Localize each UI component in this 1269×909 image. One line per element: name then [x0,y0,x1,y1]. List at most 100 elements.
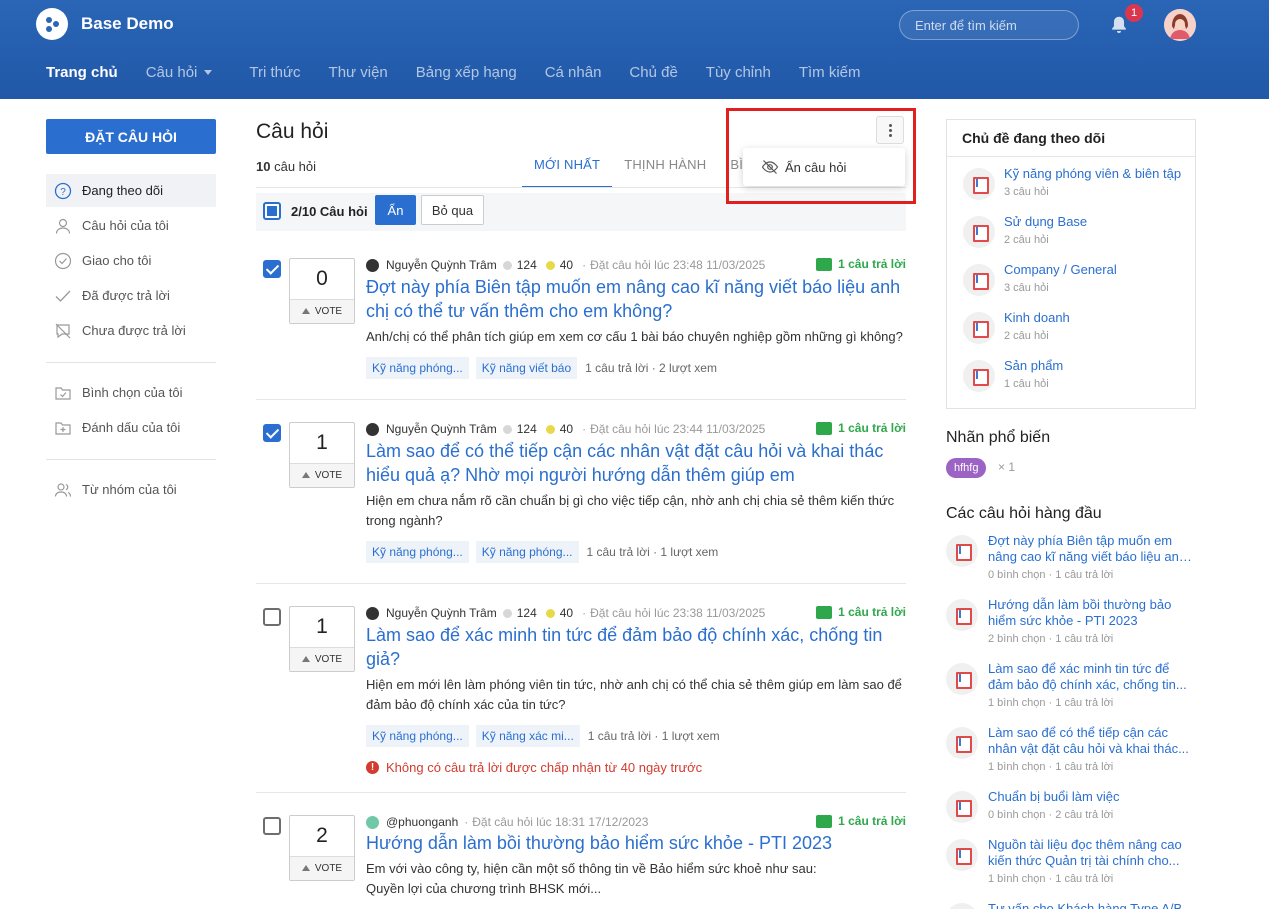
topic-name[interactable]: Sản phẩm [1004,358,1063,373]
nav-search[interactable]: Tìm kiếm [799,61,861,83]
question-checkbox[interactable] [263,608,281,626]
ask-question-button[interactable]: ĐẶT CÂU HỎI [46,119,216,154]
svg-text:?: ? [60,187,66,198]
book-icon [946,839,978,871]
author-avatar [366,815,379,829]
nav-knowledge[interactable]: Tri thức [249,61,300,83]
excerpt-line: Quyền lợi của chương trình BHSK mới... [366,881,602,896]
top-question-title[interactable]: Tư vấn cho Khách hàng Type A/B [988,901,1194,909]
top-question-stats: 0 bình chọn · 2 câu trả lời [988,809,1114,821]
top-question-title[interactable]: Hướng dẫn làm bồi thường bảo hiểm sức khỏ… [988,597,1194,629]
nav-label: Tri thức [249,63,301,81]
title-line: Tư vấn cho Khách hàng Type A/B [988,901,1183,909]
topic-name[interactable]: Kỹ năng phóng viên & biên tập [1004,166,1181,181]
nav-personal[interactable]: Cá nhân [545,61,602,83]
nav-questions[interactable]: Câu hỏi [146,61,213,83]
notification-badge: 1 [1125,4,1143,22]
vote-count: 1 [316,431,328,454]
nav-label: Tìm kiếm [798,63,861,81]
topic-name[interactable]: Kinh doanh [1004,310,1070,325]
sidebar-item-unanswered[interactable]: Chưa được trả lời [46,314,216,347]
book-icon [963,216,995,248]
top-question-title[interactable]: Nguồn tài liệu đọc thêm nâng cao kiến thứ… [988,837,1194,869]
question-title[interactable]: Làm sao để có thể tiếp cận các nhân vật … [366,439,906,487]
topic-count: 3 câu hỏi [1004,282,1049,294]
topic-tag[interactable]: Kỹ năng phóng... [475,541,579,563]
top-question-title[interactable]: Làm sao để xác minh tin tức để đảm bảo độ… [988,661,1194,693]
author-name[interactable]: Nguyễn Quỳnh Trâm [386,606,497,620]
yellow-dot-icon [545,260,555,270]
author-name[interactable]: Nguyễn Quỳnh Trâm [386,258,497,272]
chevron-down-icon [204,69,213,75]
sidebar-item-answered[interactable]: Đã được trả lời [46,279,216,312]
nav-home[interactable]: Trang chủ [46,61,118,83]
vote-button[interactable]: VOTE [290,463,354,487]
top-question-stats: 1 bình chọn · 1 câu trả lời [988,697,1114,709]
nav-library[interactable]: Thư viện [329,61,388,83]
question-stats: 1 câu trả lời · 1 lượt xem [586,545,719,559]
bookmark-folder-icon [55,421,71,435]
reputation-yellow-value: 40 [559,422,574,436]
topic-name[interactable]: Company / General [1004,262,1117,277]
top-question-title[interactable]: Làm sao để có thể tiếp cận các nhân vật đ… [988,725,1194,757]
vote-button[interactable]: VOTE [290,299,354,323]
vote-count: 0 [316,267,328,290]
question-checkbox[interactable] [263,817,281,835]
question-title[interactable]: Làm sao để xác minh tin tức để đảm bảo đ… [366,623,906,671]
topic-tag[interactable]: Kỹ năng phóng... [366,541,469,563]
nav-topics[interactable]: Chủ đề [629,61,677,83]
top-question-title[interactable]: Đợt này phía Biên tập muốn em nâng cao kĩ… [988,533,1194,565]
select-all-checkbox[interactable] [263,202,281,220]
answer-count: 1 câu trả lời [838,257,906,271]
followed-topics-panel: Chủ đề đang theo dõi Kỹ năng phóng viên … [946,119,1196,409]
gray-dot-icon [502,424,512,434]
sidebar-item-following[interactable]: ? Đang theo dõi [46,174,216,207]
search-input[interactable] [899,10,1079,40]
top-questions-title: Các câu hỏi hàng đầu [946,505,1102,522]
vote-box: 2 VOTE [289,815,355,881]
topic-name[interactable]: Sử dụng Base [1004,214,1087,229]
sidebar-item-from-group[interactable]: Từ nhóm của tôi [46,473,216,506]
title-line: Chuẩn bị buổi làm việc [988,789,1120,804]
sidebar-item-label: Bình chọn của tôi [82,385,183,400]
nav-customize[interactable]: Tùy chỉnh [706,61,771,83]
topic-tag[interactable]: Kỹ năng xác mi... [475,725,580,747]
answer-count: 1 câu trả lời [838,814,906,828]
sidebar-item-my-questions[interactable]: Câu hỏi của tôi [46,209,216,242]
author-name[interactable]: @phuonganh [386,815,458,829]
author-name[interactable]: Nguyễn Quỳnh Trâm [386,422,497,436]
nav-label: Thư viện [328,63,388,81]
top-question-stats: 1 bình chọn · 1 câu trả lời [988,761,1114,773]
question-title[interactable]: Đợt này phía Biên tập muốn em nâng cao k… [366,275,906,323]
skip-button[interactable]: Bỏ qua [421,195,484,225]
sidebar-item-my-bookmarks[interactable]: Đánh dấu của tôi [46,411,216,444]
question-checkbox[interactable] [263,260,281,278]
tab-newest[interactable]: MỚI NHẤT [522,148,613,188]
vote-button[interactable]: VOTE [290,856,354,880]
user-avatar[interactable] [1164,9,1196,41]
book-icon [963,264,995,296]
nav-leaderboard[interactable]: Bảng xếp hạng [416,61,517,83]
base-logo-icon[interactable] [36,8,68,40]
tab-trending[interactable]: THỊNH HÀNH [612,148,718,188]
top-question-title[interactable]: Chuẩn bị buổi làm việc [988,789,1194,805]
popular-tag[interactable]: hfhfg [946,458,987,478]
panel-divider [947,156,1195,157]
sidebar-item-assigned[interactable]: Giao cho tôi [46,244,216,277]
sidebar-item-my-votes[interactable]: Bình chọn của tôi [46,376,216,409]
topic-tag[interactable]: Kỹ năng viết báo [475,357,578,379]
book-icon [946,727,978,759]
topic-tag[interactable]: Kỹ năng phóng... [366,357,469,379]
topic-tag[interactable]: Kỹ năng phóng... [366,725,469,747]
vote-button[interactable]: VOTE [290,647,354,671]
question-meta: Nguyễn Quỳnh Trâm 124 40 · Đặt câu hỏi lú… [366,257,906,273]
question-title[interactable]: Hướng dẫn làm bồi thường bảo hiểm sức kh… [366,831,906,855]
brand-name[interactable]: Base Demo [81,14,174,34]
question-title-line: Làm sao để xác minh tin tức để đảm bảo đ… [366,625,883,645]
reputation-gray-value: 124 [516,258,537,272]
selected-count: 2/10 Câu hỏi [291,204,368,219]
question-checkbox[interactable] [263,424,281,442]
hide-button[interactable]: Ẩn [375,195,416,225]
question-count-label: câu hỏi [274,159,317,174]
question-count: 10 câu hỏi [256,159,316,174]
